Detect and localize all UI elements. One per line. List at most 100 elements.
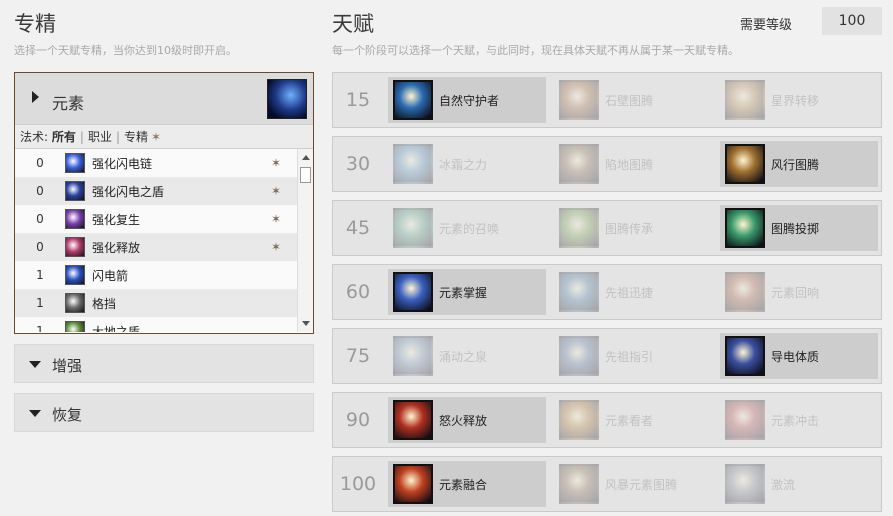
scroll-down-icon[interactable]	[302, 321, 310, 326]
talent-option[interactable]: 冰霜之力	[388, 141, 546, 187]
spell-level: 0	[36, 184, 44, 198]
filter-spec[interactable]: 专精	[124, 130, 148, 144]
spell-name[interactable]: 格挡	[92, 295, 116, 312]
spell-list: 0 强化闪电链 ✶ 0 强化闪电之盾 ✶ 0 强化复生 ✶ 0 强化释放 ✶ 1 闪电箭 1 格挡 1 大地之盾	[15, 149, 313, 332]
spell-icon	[65, 153, 85, 173]
talent-option[interactable]: 涌动之泉	[388, 333, 546, 379]
talent-option[interactable]: 星界转移	[720, 77, 878, 123]
spec-star-icon: ✶	[270, 240, 281, 254]
expand-arrow-icon	[32, 91, 39, 103]
collapse-arrow-icon	[29, 361, 41, 368]
talent-option[interactable]: 陷地图腾	[554, 141, 712, 187]
spell-icon	[65, 265, 85, 285]
spec-subtitle: 选择一个天赋专精，当你达到10级时即开启。	[14, 44, 237, 57]
tier-level: 30	[345, 153, 371, 175]
spell-name[interactable]: 强化复生	[92, 211, 140, 228]
spell-filter-bar: 法术: 所有 | 职业 | 专精 ✶	[15, 125, 313, 149]
talent-option[interactable]: 元素冲击	[720, 397, 878, 443]
spell-icon	[65, 209, 85, 229]
talent-icon	[725, 272, 765, 312]
spell-icon	[65, 237, 85, 257]
talent-option[interactable]: 先祖指引	[554, 333, 712, 379]
spell-level: 0	[36, 212, 44, 226]
talent-icon	[393, 144, 433, 184]
talent-icon	[393, 336, 433, 376]
talent-option[interactable]: 先祖迅捷	[554, 269, 712, 315]
talent-option[interactable]: 激流	[720, 461, 878, 507]
talent-option[interactable]: 风暴元素图腾	[554, 461, 712, 507]
spell-row[interactable]: 1 大地之盾	[15, 317, 297, 332]
talent-tier-row: 45 元素的召唤 图腾传承 图腾投掷	[332, 200, 882, 256]
spell-icon	[65, 321, 85, 332]
talent-option[interactable]: 元素融合	[388, 461, 546, 507]
spec-name: 增强	[52, 357, 83, 375]
talent-name: 元素看者	[605, 413, 654, 428]
talent-icon	[559, 336, 599, 376]
spec-title: 专精	[14, 12, 56, 36]
talent-icon	[725, 80, 765, 120]
filter-all[interactable]: 所有	[52, 130, 76, 144]
talent-icon	[393, 400, 433, 440]
talent-option[interactable]: 风行图腾	[720, 141, 878, 187]
talent-name: 图腾投掷	[771, 221, 820, 236]
talent-name: 涌动之泉	[439, 349, 488, 364]
talent-option[interactable]: 图腾投掷	[720, 205, 878, 251]
spec-header[interactable]: 元素	[15, 73, 313, 125]
filter-label: 法术:	[20, 130, 49, 144]
spell-row[interactable]: 1 格挡	[15, 289, 297, 317]
talent-option[interactable]: 元素掌握	[388, 269, 546, 315]
spec-name: 元素	[52, 94, 85, 113]
spell-name[interactable]: 强化释放	[92, 239, 140, 256]
talent-name: 元素回响	[771, 285, 820, 300]
talent-name: 怒火释放	[439, 413, 488, 428]
talent-name: 图腾传承	[605, 221, 654, 236]
talent-option[interactable]: 图腾传承	[554, 205, 712, 251]
spell-row[interactable]: 0 强化闪电之盾 ✶	[15, 177, 297, 205]
talent-icon	[559, 464, 599, 504]
spell-level: 1	[36, 296, 44, 310]
spec-star-icon: ✶	[270, 156, 281, 170]
talent-icon	[393, 272, 433, 312]
talent-name: 先祖迅捷	[605, 285, 654, 300]
spell-row[interactable]: 1 闪电箭	[15, 261, 297, 289]
spell-icon	[65, 181, 85, 201]
spell-row[interactable]: 0 强化闪电链 ✶	[15, 149, 297, 177]
talent-name: 元素掌握	[439, 285, 488, 300]
spell-name[interactable]: 强化闪电之盾	[92, 183, 164, 200]
spell-row[interactable]: 0 强化复生 ✶	[15, 205, 297, 233]
talent-icon	[725, 400, 765, 440]
spell-name[interactable]: 大地之盾	[92, 323, 140, 333]
talent-name: 自然守护者	[439, 93, 500, 108]
talent-option[interactable]: 怒火释放	[388, 397, 546, 443]
talent-option[interactable]: 导电体质	[720, 333, 878, 379]
talent-icon	[393, 80, 433, 120]
talent-name: 石壁图腾	[605, 93, 654, 108]
spell-list-scrollbar[interactable]	[297, 149, 313, 332]
spec-panel-enhancement[interactable]: 增强	[14, 344, 314, 383]
collapse-arrow-icon	[29, 410, 41, 417]
spell-level: 0	[36, 156, 44, 170]
spell-level: 0	[36, 240, 44, 254]
tier-level: 60	[345, 281, 371, 303]
tier-level: 45	[345, 217, 371, 239]
talent-option[interactable]: 元素回响	[720, 269, 878, 315]
spell-level: 1	[36, 268, 44, 282]
star-icon: ✶	[151, 130, 162, 144]
talent-option[interactable]: 石壁图腾	[554, 77, 712, 123]
spell-row[interactable]: 0 强化释放 ✶	[15, 233, 297, 261]
elemental-spec-icon	[267, 79, 307, 119]
scroll-thumb[interactable]	[300, 167, 311, 183]
talents-title: 天赋	[332, 12, 374, 36]
talent-name: 冰霜之力	[439, 157, 488, 172]
scroll-up-icon[interactable]	[302, 155, 310, 160]
spell-level: 1	[36, 324, 44, 332]
talent-name: 先祖指引	[605, 349, 654, 364]
talent-option[interactable]: 元素看者	[554, 397, 712, 443]
spell-name[interactable]: 强化闪电链	[92, 155, 152, 172]
talent-name: 激流	[771, 477, 796, 492]
talent-option[interactable]: 元素的召唤	[388, 205, 546, 251]
spell-name[interactable]: 闪电箭	[92, 267, 128, 284]
talent-option[interactable]: 自然守护者	[388, 77, 546, 123]
filter-class[interactable]: 职业	[88, 130, 112, 144]
spec-panel-restoration[interactable]: 恢复	[14, 393, 314, 432]
